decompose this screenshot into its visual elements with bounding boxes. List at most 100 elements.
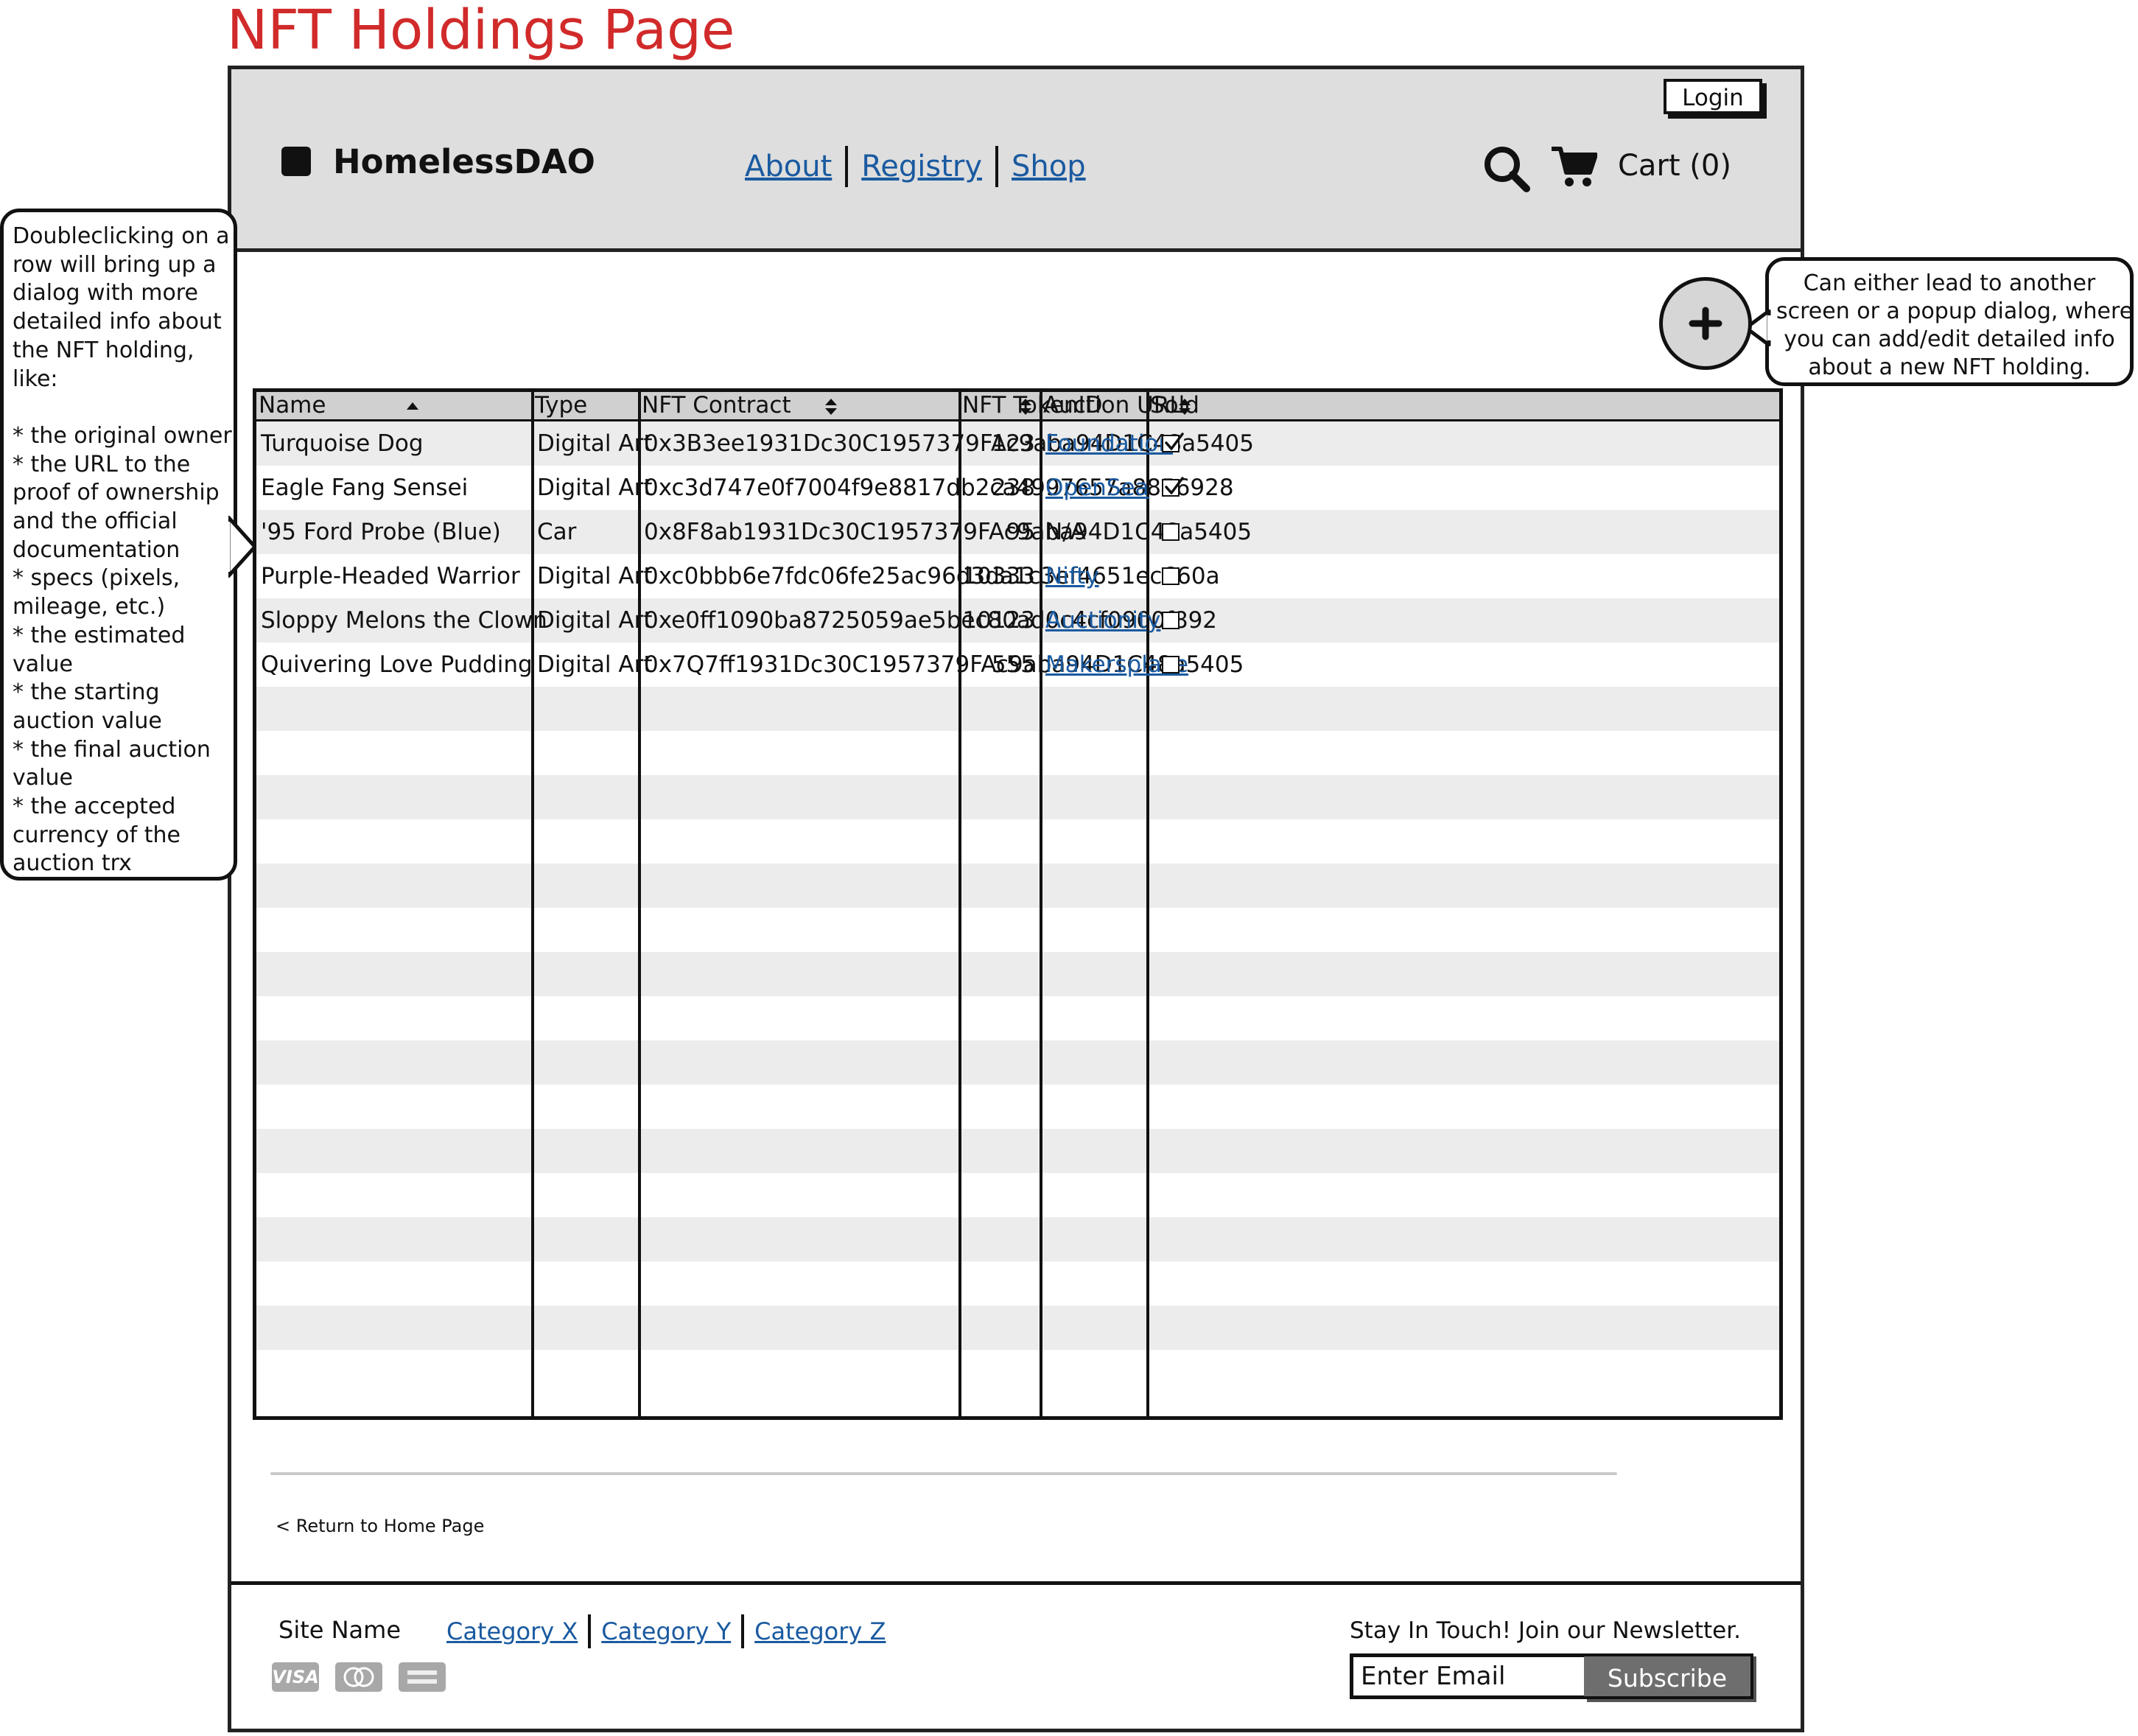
sort-icon[interactable] — [1018, 398, 1033, 416]
row-stripe — [256, 1217, 1779, 1261]
callout-text-line: * the URL to the — [13, 451, 191, 477]
brand-name[interactable]: HomelessDAO — [333, 142, 595, 182]
cell-token-id: 123 — [991, 430, 1035, 457]
nav-separator — [995, 146, 999, 187]
sold-checkbox[interactable] — [1162, 523, 1180, 541]
callout-text-line: Can either lead to another — [1803, 270, 2096, 296]
footer-category-y-link[interactable]: Category Y — [601, 1617, 731, 1645]
auction-url-link[interactable]: Auctionity — [1045, 607, 1160, 634]
callout-text-line: like: — [13, 365, 58, 392]
nft-holdings-table: Name Type NFT Contract NFT TokenID Auction U… — [253, 388, 1783, 1420]
cell-name: Quivering Love Pudding — [261, 651, 533, 678]
main-nav: About Registry Shop — [745, 144, 1086, 189]
logo-icon — [281, 147, 311, 176]
cell-name: Eagle Fang Sensei — [261, 475, 469, 501]
callout-text-line: you can add/edit detailed info — [1784, 326, 2115, 352]
cell-nft-contract: 0xc0bbb6e7fdc06fe25ac96d3da1c3ef4651ec66… — [644, 563, 1220, 589]
cell-auction-url[interactable]: Nifty — [1045, 554, 1099, 598]
footer-site-name: Site Name — [278, 1616, 402, 1644]
amex-card-icon — [399, 1662, 446, 1692]
callout-text-line: detailed info about — [13, 309, 222, 335]
nav-separator — [845, 146, 849, 187]
row-stripe — [256, 952, 1779, 996]
login-button[interactable]: Login — [1664, 79, 1762, 114]
email-input[interactable]: Enter Email — [1350, 1653, 1585, 1699]
callout-text-line: * specs (pixels, — [13, 565, 180, 592]
auction-url-link[interactable]: Nifty — [1045, 563, 1099, 589]
cell-token-id: 238 — [991, 475, 1035, 501]
sort-icon[interactable] — [824, 398, 838, 416]
cell-auction-url: N/A — [1045, 519, 1086, 545]
nav-registry-link[interactable]: Registry — [861, 150, 982, 183]
cell-auction-url[interactable]: Foundation — [1045, 421, 1173, 466]
column-header-name[interactable]: Name — [259, 392, 326, 419]
sold-checkbox[interactable] — [1162, 567, 1180, 585]
sold-checkbox[interactable] — [1162, 612, 1180, 629]
callout-text-line: * the final auction — [13, 736, 211, 763]
sort-asc-icon[interactable] — [405, 398, 420, 416]
sold-checkbox[interactable] — [1162, 477, 1184, 497]
footer-category-z-link[interactable]: Category Z — [754, 1617, 886, 1645]
cart-label[interactable]: Cart (0) — [1618, 146, 1731, 186]
callout-text-line: * the starting — [13, 679, 160, 706]
callout-text-line: row will bring up a — [13, 251, 217, 278]
visa-card-icon: VISA — [272, 1662, 319, 1692]
callout-text-line: * the estimated — [13, 622, 186, 648]
row-dialog-callout: Doubleclicking on a row will bring up a di… — [0, 209, 237, 881]
callout-text-line: Doubleclicking on a — [13, 223, 230, 249]
cell-token-id: 10333 — [962, 563, 1035, 589]
cell-type: Digital Art — [537, 430, 653, 457]
cell-token-id: 95 — [1006, 519, 1035, 545]
subscribe-button[interactable]: Subscribe — [1584, 1653, 1753, 1699]
cell-name: Sloppy Melons the Clown — [261, 607, 547, 634]
nav-shop-link[interactable]: Shop — [1012, 150, 1086, 183]
mastercard-icon — [335, 1662, 382, 1692]
cell-name: Purple-Headed Warrior — [261, 563, 520, 589]
cell-token-id: 555 — [991, 651, 1035, 678]
callout-text-line: auction trx — [13, 850, 132, 877]
cell-type: Digital Art — [537, 651, 653, 678]
nav-about-link[interactable]: About — [745, 150, 832, 183]
footer-category-x-link[interactable]: Category X — [446, 1617, 578, 1645]
row-stripe — [256, 864, 1779, 908]
search-icon[interactable] — [1482, 144, 1531, 193]
callout-text-line: and the official — [13, 508, 178, 535]
callout-text-line: proof of ownership — [13, 480, 220, 506]
callout-text-line: screen or a popup dialog, where — [1776, 298, 2134, 324]
column-header-type[interactable]: Type — [535, 392, 587, 419]
row-stripe — [256, 775, 1779, 819]
callout-text-line: mileage, etc.) — [13, 594, 166, 620]
cell-auction-url[interactable]: OpenSea — [1045, 466, 1149, 510]
callout-text-line: the NFT holding, — [13, 337, 194, 363]
cell-name: Turquoise Dog — [261, 430, 424, 457]
sort-icon[interactable] — [1177, 398, 1192, 416]
sold-checkbox[interactable] — [1162, 656, 1180, 673]
callout-text-line: * the accepted — [13, 794, 176, 820]
cell-auction-url[interactable]: Auctionity — [1045, 598, 1160, 643]
callout-text-line: value — [13, 651, 73, 677]
newsletter-label: Stay In Touch! Join our Newsletter. — [1350, 1617, 1741, 1644]
return-home-link[interactable]: < Return to Home Page — [276, 1515, 484, 1537]
cell-token-id: 10123 — [962, 607, 1035, 634]
page-title: NFT Holdings Page — [227, 0, 735, 62]
add-nft-button[interactable] — [1659, 277, 1752, 370]
content-divider — [270, 1472, 1617, 1475]
callout-text-line: about a new NFT holding. — [1808, 354, 2091, 380]
callout-text-line: documentation — [13, 536, 180, 563]
sold-checkbox[interactable] — [1162, 433, 1184, 452]
cell-type: Digital Art — [537, 475, 653, 501]
callout-text-line: currency of the — [13, 822, 180, 848]
row-stripe — [256, 687, 1779, 731]
callout-text-line: * the original owner — [13, 422, 232, 449]
plus-icon — [1689, 307, 1722, 340]
add-button-callout: Can either lead to another screen or a po… — [1765, 257, 2134, 386]
cart-icon[interactable] — [1550, 144, 1598, 189]
footer-divider — [231, 1581, 1801, 1585]
callout-text-line — [13, 393, 225, 422]
auction-url-link[interactable]: Foundation — [1045, 430, 1173, 457]
auction-url-link[interactable]: OpenSea — [1045, 475, 1149, 501]
cell-name: '95 Ford Probe (Blue) — [261, 519, 501, 545]
column-header-nft-contract[interactable]: NFT Contract — [642, 392, 791, 419]
callout-text-line: auction value — [13, 707, 162, 734]
footer-nav: Category X Category Y Category Z — [446, 1614, 886, 1649]
